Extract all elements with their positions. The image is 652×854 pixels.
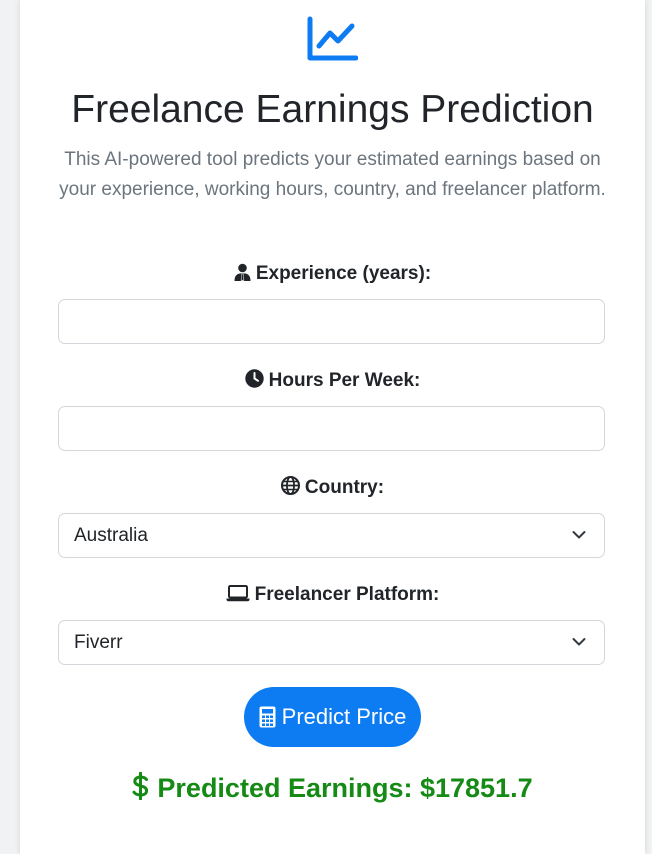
hours-field[interactable] bbox=[58, 406, 605, 451]
hours-label-row: Hours Per Week: bbox=[20, 369, 645, 393]
experience-label-row: Experience (years): bbox=[20, 262, 645, 286]
country-selected-value: Australia bbox=[74, 525, 148, 546]
platform-label-row: Freelancer Platform: bbox=[20, 583, 645, 607]
globe-icon bbox=[280, 476, 300, 495]
clock-icon bbox=[244, 369, 264, 388]
experience-field[interactable] bbox=[58, 299, 605, 344]
experience-label: Experience (years): bbox=[255, 263, 432, 284]
platform-label: Freelancer Platform: bbox=[254, 584, 440, 605]
platform-selected-value: Fiverr bbox=[74, 632, 123, 653]
predict-price-label: Predict Price bbox=[281, 704, 407, 729]
hours-input[interactable] bbox=[59, 407, 604, 450]
chevron-down-icon bbox=[572, 638, 586, 646]
country-label-row: Country: bbox=[20, 476, 645, 500]
country-label: Country: bbox=[304, 477, 385, 498]
hours-label: Hours Per Week: bbox=[268, 370, 421, 391]
predicted-earnings-result: Predicted Earnings: $17851.7 bbox=[20, 770, 645, 806]
dollar-icon bbox=[132, 772, 149, 800]
prediction-card: Freelance Earnings Prediction This AI-po… bbox=[20, 0, 645, 854]
platform-select[interactable]: Fiverr bbox=[58, 620, 605, 665]
chevron-down-icon bbox=[572, 531, 586, 539]
page-description: This AI-powered tool predicts your estim… bbox=[59, 149, 606, 200]
user-tie-icon bbox=[234, 263, 251, 281]
predicted-earnings-text: Predicted Earnings: $17851.7 bbox=[157, 773, 533, 803]
country-select[interactable]: Australia bbox=[58, 513, 605, 558]
page-title: Freelance Earnings Prediction bbox=[71, 88, 594, 131]
calculator-icon bbox=[259, 706, 276, 728]
predict-price-button[interactable]: Predict Price bbox=[244, 687, 421, 747]
laptop-icon bbox=[226, 585, 250, 602]
chart-line-icon bbox=[307, 16, 358, 61]
experience-input[interactable] bbox=[59, 300, 604, 343]
